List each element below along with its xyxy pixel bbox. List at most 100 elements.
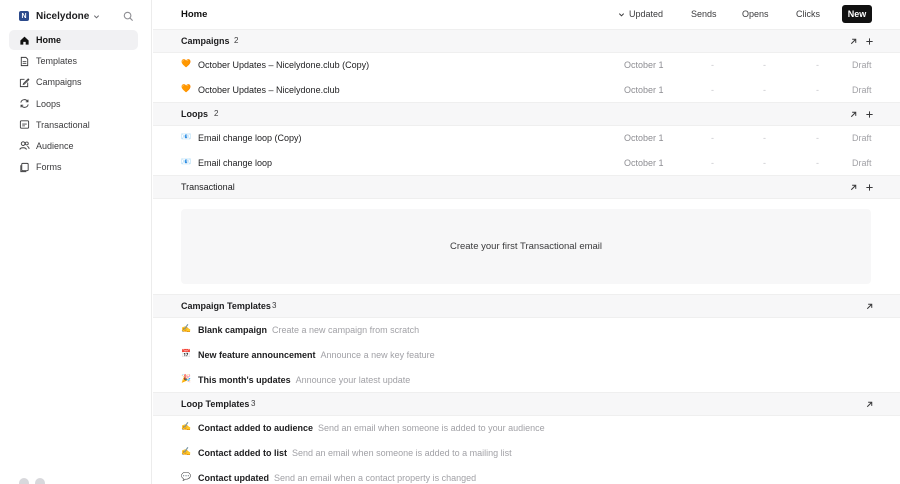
loop-icon (19, 98, 30, 109)
template-name: Blank campaign (198, 325, 268, 335)
mail-icon (19, 119, 30, 130)
expand-icon[interactable] (864, 399, 874, 409)
section-title: Campaign Templates (181, 301, 271, 311)
expand-icon[interactable] (848, 182, 858, 192)
template-name: This month's updates (198, 375, 291, 385)
row-opens: - (763, 60, 766, 70)
column-header-label: Updated (629, 9, 664, 19)
template-row[interactable]: 🎉 This month's updates Announce your late… (153, 368, 900, 393)
workspace-name: Nicelydone (36, 10, 90, 22)
template-description: Send an email when a contact property is… (274, 473, 477, 483)
column-header-updated[interactable]: Updated (618, 9, 663, 19)
sidebar-item-home[interactable]: Home (9, 30, 138, 50)
row-clicks: - (816, 133, 819, 143)
sidebar-item-loops[interactable]: Loops (9, 94, 138, 114)
table-row[interactable]: 📧 Email change loop (Copy) October 1 - -… (153, 126, 900, 151)
section-campaign-templates: Campaign Templates 3 (153, 294, 900, 318)
sidebar-item-forms[interactable]: Forms (9, 157, 138, 177)
row-date: October 1 (624, 158, 664, 168)
row-clicks: - (816, 60, 819, 70)
table-row[interactable]: 🧡 October Updates – Nicelydone.club Octo… (153, 78, 900, 103)
expand-icon[interactable] (848, 109, 858, 119)
section-count: 2 (234, 36, 239, 45)
party-popper-icon: 🎉 (181, 374, 191, 383)
template-name: Contact added to list (198, 448, 288, 458)
sidebar-item-label: Home (36, 35, 62, 45)
template-description: Announce your latest update (295, 375, 411, 385)
new-button[interactable]: New (842, 5, 872, 23)
create-transactional-button[interactable]: Create your first Transactional email (181, 209, 871, 284)
template-row[interactable]: ✍️ Contact added to list Send an email wh… (153, 441, 900, 466)
home-icon (19, 35, 30, 46)
row-name: Email change loop (198, 158, 273, 168)
edit-icon (19, 77, 30, 88)
row-opens: - (763, 158, 766, 168)
section-title: Transactional (181, 182, 235, 192)
template-name: Contact updated (198, 473, 269, 483)
sidebar-item-label: Campaigns (36, 77, 82, 88)
row-clicks: - (816, 85, 819, 95)
page-title: Home (181, 9, 208, 20)
sidebar-item-label: Loops (36, 98, 61, 109)
workspace-switcher[interactable]: N Nicelydone (19, 9, 101, 23)
template-row[interactable]: ✍️ Contact added to audience Send an emai… (153, 416, 900, 441)
template-text: Contact updated Send an email when a cont… (198, 473, 476, 483)
plus-icon[interactable] (864, 182, 874, 192)
speech-bubble-icon: 💬 (181, 472, 191, 481)
template-text: Contact added to audience Send an email w… (198, 423, 545, 433)
plus-icon[interactable] (864, 36, 874, 46)
sidebar-item-audience[interactable]: Audience (9, 136, 138, 156)
status-badge: Draft (852, 60, 872, 70)
sidebar-nav: Home Templates Campaigns Loops Transacti… (9, 30, 138, 178)
row-sends: - (711, 158, 714, 168)
template-row[interactable]: 📅 New feature announcement Announce a new… (153, 343, 900, 368)
sidebar-item-label: Templates (36, 56, 78, 67)
column-header-opens[interactable]: Opens (742, 9, 769, 19)
row-sends: - (711, 133, 714, 143)
row-date: October 1 (624, 85, 664, 95)
chevron-down-icon (93, 12, 101, 20)
section-count: 2 (214, 109, 219, 118)
row-opens: - (763, 85, 766, 95)
template-text: This month's updates Announce your latest… (198, 375, 410, 385)
email-icon: 📧 (181, 157, 191, 166)
sidebar-item-templates[interactable]: Templates (9, 51, 138, 71)
header: Home Updated Sends Opens Clicks New (153, 0, 900, 29)
row-name: October Updates – Nicelydone.club (Copy) (198, 60, 370, 70)
template-row[interactable]: ✍️ Blank campaign Create a new campaign f… (153, 318, 900, 343)
section-count: 3 (251, 399, 256, 408)
status-badge: Draft (852, 158, 872, 168)
writing-hand-icon: ✍️ (181, 447, 191, 456)
template-description: Send an email when someone is added to y… (318, 423, 545, 433)
column-header-sends[interactable]: Sends (691, 9, 717, 19)
status-badge: Draft (852, 85, 872, 95)
sidebar-item-transactional[interactable]: Transactional (9, 115, 138, 135)
section-title: Loops (181, 109, 208, 119)
sidebar-item-campaigns[interactable]: Campaigns (9, 72, 138, 92)
plus-icon[interactable] (864, 109, 874, 119)
sidebar-footer (19, 478, 59, 484)
sidebar-item-label: Forms (36, 162, 62, 173)
row-date: October 1 (624, 133, 664, 143)
status-badge: Draft (852, 133, 872, 143)
table-row[interactable]: 🧡 October Updates – Nicelydone.club (Cop… (153, 53, 900, 78)
row-name: Email change loop (Copy) (198, 133, 302, 143)
writing-hand-icon: ✍️ (181, 324, 191, 333)
expand-icon[interactable] (864, 301, 874, 311)
row-date: October 1 (624, 60, 664, 70)
sidebar-item-label: Audience (36, 140, 74, 151)
expand-icon[interactable] (848, 36, 858, 46)
sidebar: N Nicelydone Home Templates Campaigns Lo… (0, 0, 152, 484)
template-description: Announce a new key feature (320, 350, 435, 360)
search-icon[interactable] (122, 10, 134, 22)
section-campaigns: Campaigns 2 (153, 29, 900, 53)
file-icon (19, 56, 30, 67)
column-header-clicks[interactable]: Clicks (796, 9, 820, 19)
section-transactional: Transactional (153, 175, 900, 199)
template-name: Contact added to audience (198, 423, 314, 433)
template-row[interactable]: 💬 Contact updated Send an email when a co… (153, 466, 900, 484)
template-text: Contact added to list Send an email when … (198, 448, 512, 458)
main-content: Home Updated Sends Opens Clicks New Camp… (153, 0, 900, 484)
sidebar-item-label: Transactional (36, 119, 90, 130)
table-row[interactable]: 📧 Email change loop October 1 - - - Draf… (153, 151, 900, 176)
